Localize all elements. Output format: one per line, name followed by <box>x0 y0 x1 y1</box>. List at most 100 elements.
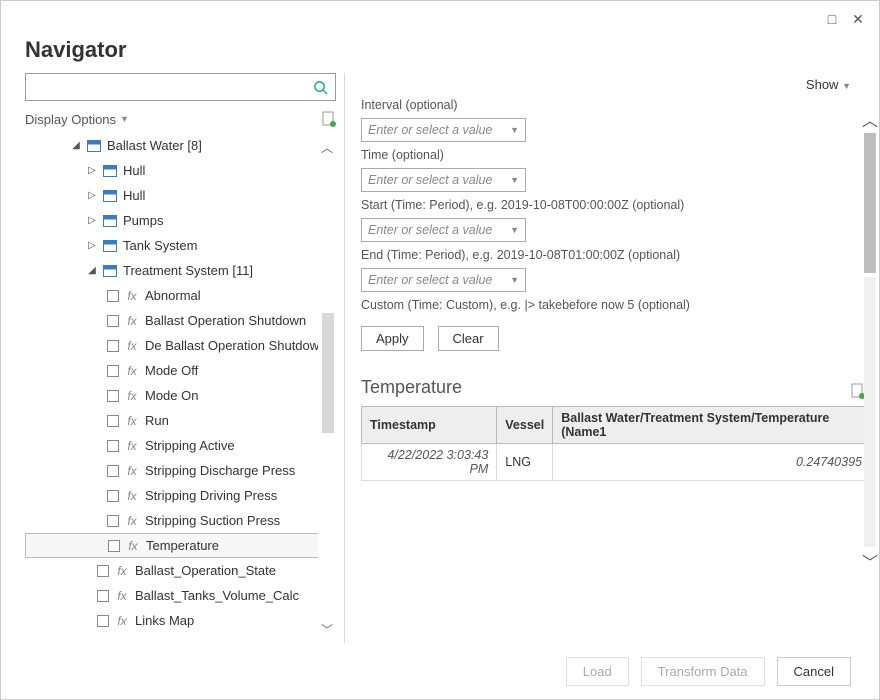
table-row[interactable]: 4/22/2022 3:03:43 PM LNG 0.24740395 <box>362 444 871 481</box>
clear-button[interactable]: Clear <box>438 326 499 351</box>
start-label: Start (Time: Period), e.g. 2019-10-08T00… <box>361 198 847 212</box>
time-label: Time (optional) <box>361 148 847 162</box>
search-input[interactable] <box>26 74 305 100</box>
tree-label: Mode On <box>145 388 198 403</box>
table-icon <box>103 240 117 252</box>
tree-leaf[interactable]: fxBallast Operation Shutdown <box>25 308 332 333</box>
expand-icon[interactable]: ◢ <box>71 140 81 151</box>
close-icon[interactable]: ✕ <box>845 6 871 32</box>
end-combo[interactable]: Enter or select a value▼ <box>361 268 526 292</box>
checkbox[interactable] <box>107 415 119 427</box>
checkbox[interactable] <box>107 315 119 327</box>
col-value[interactable]: Ballast Water/Treatment System/Temperatu… <box>553 407 871 444</box>
scroll-down-icon[interactable]: ﹀ <box>862 549 878 573</box>
tree-leaf[interactable]: fxStripping Discharge Press <box>25 458 332 483</box>
tree-node-root[interactable]: ◢ Ballast Water [8] <box>25 133 332 158</box>
tree-leaf[interactable]: fxMode On <box>25 383 332 408</box>
preview-title: Temperature <box>361 377 462 398</box>
search-box[interactable] <box>25 73 336 101</box>
checkbox[interactable] <box>107 365 119 377</box>
tree-leaf-selected[interactable]: fxTemperature <box>25 533 332 558</box>
checkbox[interactable] <box>107 465 119 477</box>
checkbox[interactable] <box>97 615 109 627</box>
col-vessel[interactable]: Vessel <box>497 407 553 444</box>
checkbox[interactable] <box>107 290 119 302</box>
tree-label: Run <box>145 413 169 428</box>
search-icon[interactable] <box>305 74 335 100</box>
expand-icon[interactable]: ◢ <box>87 265 97 276</box>
scroll-track <box>864 277 876 547</box>
nav-tree[interactable]: ◢ Ballast Water [8] ▷Hull ▷Hull ▷Pumps ▷… <box>25 133 336 643</box>
tree-label: Mode Off <box>145 363 198 378</box>
preview-table[interactable]: Timestamp Vessel Ballast Water/Treatment… <box>361 406 871 481</box>
cancel-button[interactable]: Cancel <box>777 657 851 686</box>
scroll-up-icon[interactable]: ︿ <box>862 107 878 131</box>
expand-icon[interactable]: ▷ <box>87 215 97 226</box>
chevron-down-icon: ▼ <box>842 81 851 91</box>
expand-icon[interactable]: ▷ <box>87 190 97 201</box>
table-icon <box>87 140 101 152</box>
fx-icon: fx <box>115 589 129 603</box>
tree-label: Hull <box>123 163 145 178</box>
end-label: End (Time: Period), e.g. 2019-10-08T01:0… <box>361 248 847 262</box>
expand-icon[interactable]: ▷ <box>87 240 97 251</box>
interval-combo[interactable]: Enter or select a value▼ <box>361 118 526 142</box>
cell-value: 0.24740395 <box>553 444 871 481</box>
fx-icon: fx <box>125 514 139 528</box>
tree-label: Stripping Suction Press <box>145 513 280 528</box>
transform-button[interactable]: Transform Data <box>641 657 765 686</box>
preview-table-area: Timestamp Vessel Ballast Water/Treatment… <box>361 406 871 643</box>
tree-node[interactable]: ▷Tank System <box>25 233 332 258</box>
tree-leaf[interactable]: fxRun <box>25 408 332 433</box>
tree-label: Links Map <box>135 613 194 628</box>
right-scrollbar[interactable]: ︿ ﹀ <box>861 107 879 573</box>
tree-label: Stripping Active <box>145 438 235 453</box>
refresh-icon[interactable] <box>322 111 336 127</box>
show-dropdown[interactable]: Show ▼ <box>806 77 851 92</box>
checkbox[interactable] <box>108 540 120 552</box>
chevron-down-icon: ▼ <box>510 125 519 135</box>
tree-leaf[interactable]: fxDe Ballast Operation Shutdown <box>25 333 332 358</box>
fx-icon: fx <box>126 539 140 553</box>
page-title: Navigator <box>1 37 879 73</box>
tree-leaf[interactable]: fx Stripping Suction Press <box>25 508 332 533</box>
tree-leaf[interactable]: fxAbnormal <box>25 283 332 308</box>
scroll-thumb[interactable] <box>864 133 876 273</box>
display-options-dropdown[interactable]: Display Options ▼ <box>25 112 129 127</box>
checkbox[interactable] <box>107 390 119 402</box>
right-pane: Show ▼ Interval (optional) Enter or sele… <box>345 73 879 643</box>
tree-label: Ballast_Operation_State <box>135 563 276 578</box>
checkbox[interactable] <box>97 590 109 602</box>
maximize-icon[interactable]: □ <box>819 6 845 32</box>
checkbox[interactable] <box>107 340 119 352</box>
chevron-down-icon: ▼ <box>510 175 519 185</box>
tree-node[interactable]: ▷Pumps <box>25 208 332 233</box>
fx-icon: fx <box>115 564 129 578</box>
expand-icon[interactable]: ▷ <box>87 165 97 176</box>
checkbox[interactable] <box>97 565 109 577</box>
apply-button[interactable]: Apply <box>361 326 424 351</box>
fx-icon: fx <box>115 614 129 628</box>
chevron-down-icon: ▼ <box>510 275 519 285</box>
tree-leaf[interactable]: fxMode Off <box>25 358 332 383</box>
tree-node-treatment[interactable]: ◢ Treatment System [11] <box>25 258 332 283</box>
col-timestamp[interactable]: Timestamp <box>362 407 497 444</box>
start-combo[interactable]: Enter or select a value▼ <box>361 218 526 242</box>
checkbox[interactable] <box>107 490 119 502</box>
checkbox[interactable] <box>107 515 119 527</box>
tree-leaf[interactable]: fxBallast_Tanks_Volume_Calc <box>25 583 332 608</box>
tree-leaf[interactable]: fx Links Map <box>25 608 332 633</box>
tree-node[interactable]: ▷Hull <box>25 183 332 208</box>
fx-icon: fx <box>125 464 139 478</box>
tree-node[interactable]: ▷ Hull <box>25 158 332 183</box>
tree-label: Stripping Driving Press <box>145 488 277 503</box>
table-icon <box>103 215 117 227</box>
tree-leaf[interactable]: fxStripping Active <box>25 433 332 458</box>
tree-leaf[interactable]: fx Ballast_Operation_State <box>25 558 332 583</box>
titlebar: □ ✕ <box>1 1 879 37</box>
load-button[interactable]: Load <box>566 657 629 686</box>
checkbox[interactable] <box>107 440 119 452</box>
tree-label: Treatment System [11] <box>123 263 253 278</box>
time-combo[interactable]: Enter or select a value▼ <box>361 168 526 192</box>
tree-leaf[interactable]: fxStripping Driving Press <box>25 483 332 508</box>
